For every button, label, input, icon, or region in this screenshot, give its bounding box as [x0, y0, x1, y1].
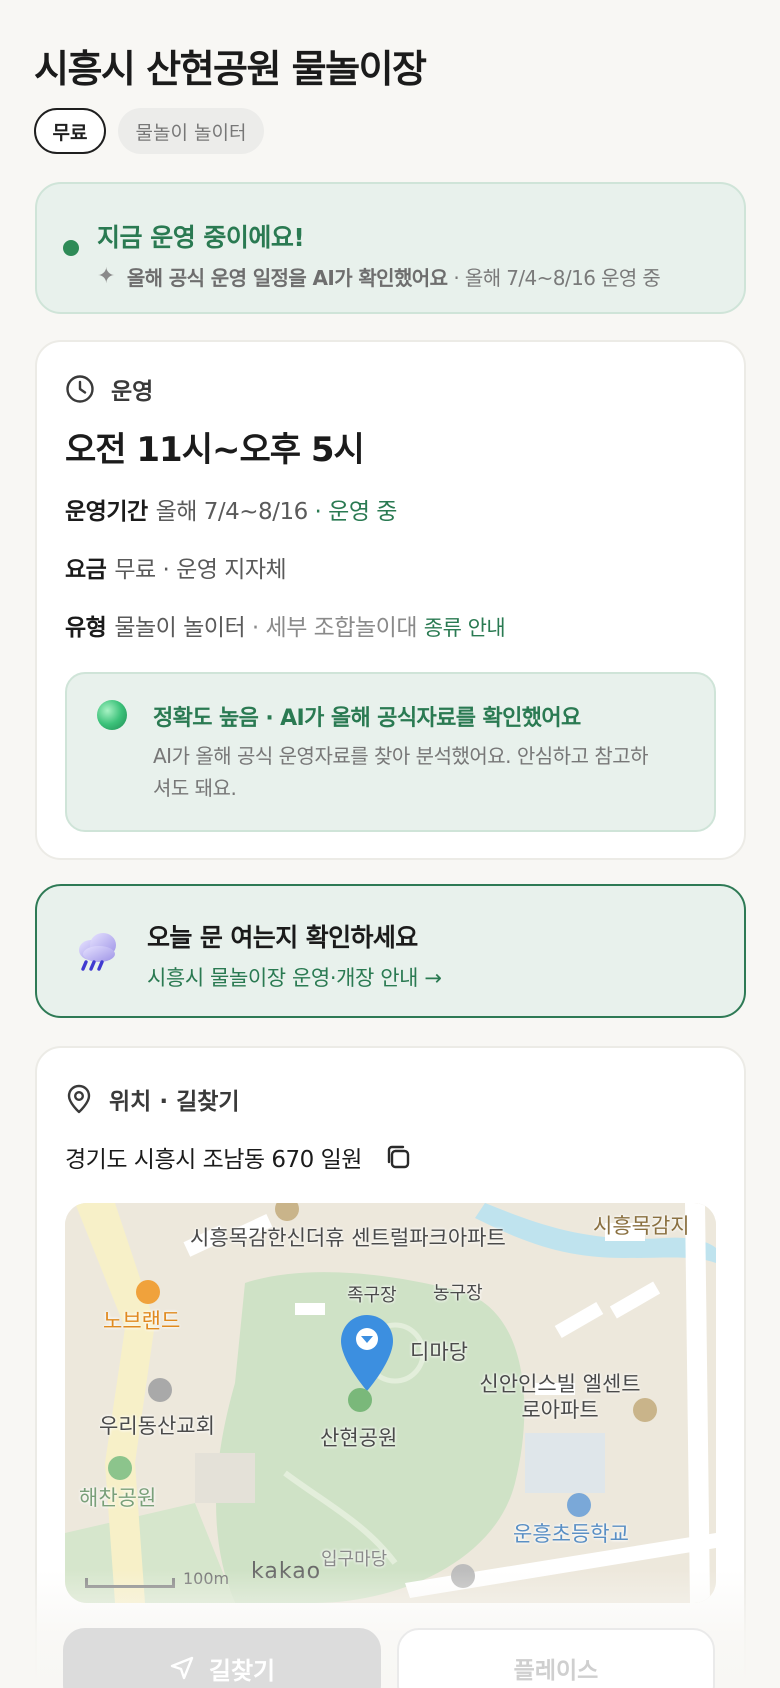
map-view[interactable]: 시흥목감한신더휴 센트럴파크아파트 시흥목감지 노브랜드 족구장 농구장 디마당… [65, 1203, 716, 1603]
type-detail: · 세부 조합놀이대 [251, 615, 418, 641]
address-text: 경기도 시흥시 조남동 670 일원 [65, 1147, 362, 1173]
type-row: 유형 물놀이 놀이터 · 세부 조합놀이대 종류 안내 [65, 608, 506, 642]
status-dot-icon [63, 240, 79, 256]
location-pin-icon [67, 1084, 91, 1114]
operation-card: 운영 오전 11시~오후 5시 운영기간 올해 7/4~8/16 · 운영 중 요… [35, 340, 746, 860]
period-status: · 운영 중 [314, 499, 398, 525]
page: 시흥시 산현공원 물놀이장 무료 물놀이 놀이터 지금 운영 중이에요! ✦ 올… [0, 0, 780, 1688]
address-row: 경기도 시흥시 조남동 670 일원 [65, 1140, 412, 1174]
directions-button[interactable]: 길찾기 [63, 1628, 381, 1688]
sparkle-icon: ✦ [97, 264, 115, 289]
accuracy-title: 정확도 높음 · AI가 올해 공식자료를 확인했어요 [153, 706, 581, 731]
location-card: 위치 · 길찾기 경기도 시흥시 조남동 670 일원 시흥목감한신더휴 센트럴… [35, 1046, 746, 1688]
type-guide-link[interactable]: 종류 안내 [424, 616, 506, 640]
map-label-entrance: 입구마당 [321, 1549, 388, 1570]
type-value: 물놀이 놀이터 [114, 615, 246, 641]
tag-type[interactable]: 물놀이 놀이터 [118, 108, 264, 154]
accuracy-description: AI가 올해 공식 운영자료를 찾아 분석했어요. 안심하고 참고하셔도 돼요. [153, 744, 649, 800]
directions-label: 길찾기 [208, 1656, 276, 1685]
location-section-label: 위치 · 길찾기 [109, 1089, 240, 1115]
period-row: 운영기간 올해 7/4~8/16 · 운영 중 [65, 492, 397, 526]
operation-hours: 오전 11시~오후 5시 [65, 430, 365, 470]
fee-value: 무료 · 운영 지자체 [114, 557, 287, 583]
page-title: 시흥시 산현공원 물놀이장 [34, 47, 427, 91]
map-label-madang: 디마당 [410, 1340, 468, 1364]
map-label-church: 우리동산교회 [99, 1414, 215, 1438]
period-note: · 올해 7/4~8/16 운영 중 [453, 266, 661, 290]
tag-free[interactable]: 무료 [34, 108, 106, 154]
location-header: 위치 · 길찾기 [65, 1082, 240, 1116]
ai-note: 올해 공식 운영 일정을 AI가 확인했어요 [126, 266, 448, 290]
accuracy-box: 정확도 높음 · AI가 올해 공식자료를 확인했어요 AI가 올해 공식 운영… [65, 672, 716, 832]
map-scale: 100m [85, 1569, 229, 1588]
map-label-nobrand: 노브랜드 [103, 1309, 181, 1333]
map-label-park: 산현공원 [320, 1426, 398, 1450]
navigate-icon [170, 1656, 194, 1680]
status-card: 지금 운영 중이에요! ✦ 올해 공식 운영 일정을 AI가 확인했어요 · 올… [35, 182, 746, 314]
operation-header: 운영 [65, 372, 153, 406]
map-label-court1: 족구장 [347, 1285, 397, 1306]
type-key: 유형 [65, 615, 107, 641]
map-provider-logo: kakao [251, 1559, 322, 1584]
accuracy-orb-icon [97, 700, 127, 730]
clock-icon [66, 375, 94, 403]
place-label: 플레이스 [513, 1658, 599, 1684]
map-label-top-right: 시흥목감지 [593, 1214, 690, 1238]
map-label-school: 운흥초등학교 [513, 1522, 629, 1546]
map-label-court2: 농구장 [433, 1283, 483, 1304]
map-label-park2: 해찬공원 [79, 1486, 157, 1510]
copy-icon[interactable] [384, 1143, 412, 1171]
fee-row: 요금 무료 · 운영 지자체 [65, 550, 287, 584]
scale-text: 100m [183, 1569, 230, 1588]
map-label-apt1: 시흥목감한신더휴 센트럴파크아파트 [190, 1226, 506, 1250]
open-check-card[interactable]: 오늘 문 여는지 확인하세요 시흥시 물놀이장 운영·개장 안내 → [35, 884, 746, 1018]
operation-section-label: 운영 [111, 379, 154, 405]
rain-cloud-icon [79, 933, 116, 971]
fee-key: 요금 [65, 557, 107, 583]
status-subtitle: ✦ 올해 공식 운영 일정을 AI가 확인했어요 · 올해 7/4~8/16 운… [97, 262, 661, 291]
place-button[interactable]: 플레이스 [397, 1628, 715, 1688]
period-value: 올해 7/4~8/16 [155, 499, 309, 525]
open-check-title: 오늘 문 여는지 확인하세요 [147, 923, 418, 952]
map-label-apt2: 신안인스빌 엘센트로아파트 [479, 1372, 641, 1422]
scale-bar [85, 1578, 175, 1588]
open-check-link[interactable]: 시흥시 물놀이장 운영·개장 안내 → [147, 962, 442, 992]
period-key: 운영기간 [65, 499, 148, 525]
status-title: 지금 운영 중이에요! [97, 223, 305, 252]
